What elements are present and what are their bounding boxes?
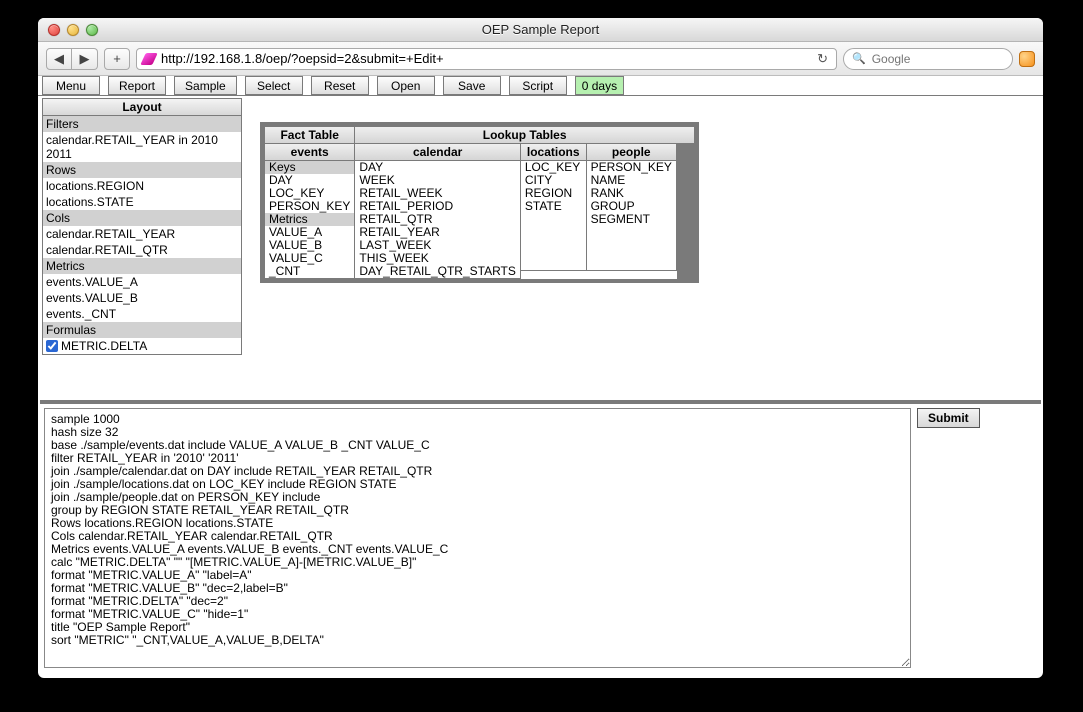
lookup-col-people: people PERSON_KEY NAME RANK GROUP SEGMEN… — [587, 144, 677, 279]
lookup-header: Lookup Tables — [355, 126, 695, 144]
layout-item[interactable]: events.VALUE_B — [43, 290, 241, 306]
lookup-col-calendar: calendar DAY WEEK RETAIL_WEEK RETAIL_PER… — [355, 144, 521, 279]
layout-group-formulas[interactable]: Formulas — [43, 322, 241, 338]
browser-window: OEP Sample Report ◀ ▶ + ↻ 🔍 Menu Report … — [38, 18, 1043, 678]
list-item[interactable]: STATE — [521, 200, 586, 213]
layout-item[interactable]: events._CNT — [43, 306, 241, 322]
content: Layout Filters calendar.RETAIL_YEAR in 2… — [38, 96, 1043, 672]
layout-item-label: METRIC.DELTA — [61, 339, 147, 353]
lookup-col-header[interactable]: calendar — [355, 144, 521, 161]
layout-group-filters[interactable]: Filters — [43, 116, 241, 132]
layout-list: Filters calendar.RETAIL_YEAR in 2010 201… — [42, 116, 242, 355]
titlebar: OEP Sample Report — [38, 18, 1043, 42]
lookup-tables: Lookup Tables calendar DAY WEEK RETAIL_W… — [355, 126, 695, 279]
menu-menu[interactable]: Menu — [42, 76, 100, 95]
fact-table-body: Keys DAY LOC_KEY PERSON_KEY Metrics VALU… — [264, 161, 355, 279]
lookup-col-locations: locations LOC_KEY CITY REGION STATE — [521, 144, 587, 279]
search-icon: 🔍 — [852, 52, 866, 65]
search-bar[interactable]: 🔍 — [843, 48, 1013, 70]
submit-button[interactable]: Submit — [917, 408, 980, 428]
lookup-col-header[interactable]: people — [587, 144, 677, 161]
layout-item[interactable]: calendar.RETAIL_YEAR — [43, 226, 241, 242]
menu-script[interactable]: Script — [509, 76, 567, 95]
days-badge: 0 days — [575, 76, 624, 95]
list-item[interactable]: DAY_RETAIL_QTR_STARTS — [355, 265, 520, 278]
url-bar[interactable]: ↻ — [136, 48, 837, 70]
add-button[interactable]: + — [104, 48, 130, 70]
nav-buttons: ◀ ▶ — [46, 48, 98, 70]
fact-table-header: Fact Table — [264, 126, 355, 144]
layout-item[interactable]: calendar.RETAIL_YEAR in 2010 2011 — [43, 132, 241, 162]
rss-icon[interactable] — [1019, 51, 1035, 67]
reload-icon[interactable]: ↻ — [815, 51, 830, 67]
menu-sample[interactable]: Sample — [174, 76, 237, 95]
window-title: OEP Sample Report — [38, 22, 1043, 37]
list-item[interactable]: _CNT — [265, 265, 354, 278]
menu-report[interactable]: Report — [108, 76, 166, 95]
layout-item[interactable]: calendar.RETAIL_QTR — [43, 242, 241, 258]
layout-item[interactable]: locations.STATE — [43, 194, 241, 210]
site-icon — [140, 53, 158, 65]
toolbar: ◀ ▶ + ↻ 🔍 — [38, 42, 1043, 76]
layout-panel: Layout Filters calendar.RETAIL_YEAR in 2… — [42, 98, 242, 355]
layout-item[interactable]: events.VALUE_A — [43, 274, 241, 290]
layout-group-metrics[interactable]: Metrics — [43, 258, 241, 274]
tables-panel: Fact Table events Keys DAY LOC_KEY PERSO… — [260, 122, 699, 283]
app-menubar: Menu Report Sample Select Reset Open Sav… — [38, 76, 1043, 96]
forward-button[interactable]: ▶ — [72, 48, 98, 70]
search-input[interactable] — [872, 52, 1027, 66]
script-textarea[interactable] — [44, 408, 911, 668]
list-item[interactable]: SEGMENT — [587, 213, 676, 226]
menu-select[interactable]: Select — [245, 76, 303, 95]
url-input[interactable] — [161, 51, 809, 66]
fact-table-col: Fact Table events Keys DAY LOC_KEY PERSO… — [264, 126, 355, 279]
menu-open[interactable]: Open — [377, 76, 435, 95]
layout-group-rows[interactable]: Rows — [43, 162, 241, 178]
layout-group-cols[interactable]: Cols — [43, 210, 241, 226]
menu-save[interactable]: Save — [443, 76, 501, 95]
lookup-col-header[interactable]: locations — [521, 144, 587, 161]
layout-heading: Layout — [42, 98, 242, 116]
fact-table-sub[interactable]: events — [264, 144, 355, 161]
back-button[interactable]: ◀ — [46, 48, 72, 70]
layout-item[interactable]: METRIC.DELTA — [43, 338, 241, 354]
layout-item[interactable]: locations.REGION — [43, 178, 241, 194]
menu-reset[interactable]: Reset — [311, 76, 369, 95]
formula-checkbox[interactable] — [46, 340, 58, 352]
lookup-tail — [677, 144, 695, 279]
